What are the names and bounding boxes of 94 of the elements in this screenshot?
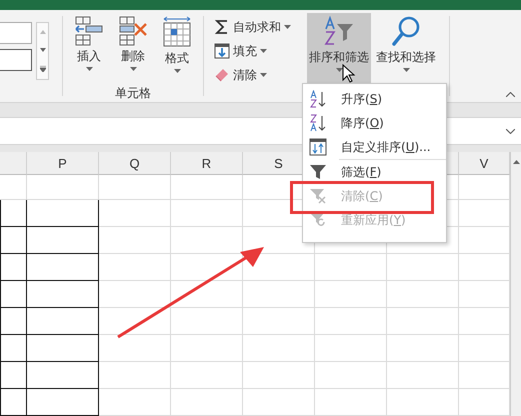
caret-icon <box>260 73 267 77</box>
grid-cell <box>99 254 171 281</box>
grid-cell <box>387 362 459 389</box>
caret-icon <box>130 67 136 71</box>
ribbon-button[interactable]: 排序和筛选 <box>307 13 371 83</box>
grid-cell <box>27 389 99 416</box>
grid-cell <box>27 362 99 389</box>
expand-icon[interactable] <box>506 128 515 134</box>
grid-cell <box>171 308 243 335</box>
grid-cell <box>27 175 99 200</box>
caret-icon <box>336 68 342 72</box>
down-arrow-icon <box>40 48 46 52</box>
grid-cell <box>0 362 27 389</box>
ribbon-button[interactable]: 格式 <box>159 14 195 84</box>
column-header: R <box>171 152 243 175</box>
grid-cell <box>387 389 459 416</box>
grid-cell <box>171 335 243 362</box>
grid-cell <box>243 281 315 308</box>
sort-filter-icon <box>322 15 356 47</box>
grid-cell <box>243 308 315 335</box>
grid-cell <box>99 175 171 200</box>
fill-down-icon <box>214 43 230 59</box>
clear-filter-icon <box>309 187 327 205</box>
reapply-filter-icon <box>309 211 327 229</box>
grid-cell <box>315 254 387 281</box>
grid-cell <box>0 281 27 308</box>
vertical-scrollbar[interactable] <box>510 152 521 416</box>
grid-cell <box>243 335 315 362</box>
grid-cell <box>0 308 27 335</box>
grid-cell <box>99 281 171 308</box>
ribbon-button[interactable]: 自动求和 <box>210 16 305 38</box>
grid-cell <box>99 335 171 362</box>
grid-cell <box>387 335 459 362</box>
collapse-ribbon-icon[interactable] <box>506 92 515 97</box>
grid-cell <box>27 335 99 362</box>
grid-cell <box>243 362 315 389</box>
column-header: Q <box>99 152 171 175</box>
grid-cell <box>99 389 171 416</box>
gallery-scroll[interactable] <box>36 22 49 80</box>
caret-icon <box>284 25 291 29</box>
grid-cell <box>99 362 171 389</box>
cell-style-swatch[interactable] <box>0 49 32 71</box>
sort-descending-icon <box>309 114 327 132</box>
grid-cell <box>315 335 387 362</box>
up-arrow-icon[interactable] <box>512 160 520 164</box>
grid-cell <box>27 281 99 308</box>
grid-cell <box>0 200 27 227</box>
grid-cell <box>99 308 171 335</box>
ribbon-button[interactable]: 清除 <box>210 64 305 86</box>
grid-cell <box>171 281 243 308</box>
custom-sort-icon <box>309 138 327 156</box>
grid-cell <box>27 227 99 254</box>
ribbon-button[interactable]: 插入 <box>71 14 107 84</box>
grid-cell <box>315 281 387 308</box>
grid-cell <box>27 308 99 335</box>
grid-cell <box>27 254 99 281</box>
caret-icon <box>174 69 180 73</box>
ribbon-button[interactable]: 查找和选择 <box>371 13 441 83</box>
grid-cell <box>99 227 171 254</box>
ribbon-button[interactable]: 填充 <box>210 40 305 62</box>
grid-cell <box>171 254 243 281</box>
grid-cell <box>27 200 99 227</box>
grid-cell <box>243 389 315 416</box>
grid-cell <box>99 200 171 227</box>
grid-cell <box>0 335 27 362</box>
grid-cell <box>171 389 243 416</box>
grid-cell <box>171 362 243 389</box>
sum-icon <box>214 19 230 35</box>
caret-icon <box>260 49 267 53</box>
grid-cell <box>0 227 27 254</box>
grid-cell <box>315 308 387 335</box>
filter-icon <box>309 163 327 181</box>
grid-cell <box>315 362 387 389</box>
grid-cell <box>0 254 27 281</box>
grid-cell <box>387 308 459 335</box>
column-header: P <box>27 152 99 175</box>
ribbon-button[interactable]: 删除 <box>115 14 151 84</box>
cell-style-swatch[interactable] <box>0 22 32 44</box>
column-header: V <box>459 152 510 175</box>
sort-ascending-icon <box>309 90 327 108</box>
grid-cell <box>315 389 387 416</box>
more-arrow-icon <box>40 66 46 72</box>
grid-cell <box>0 389 27 416</box>
caret-icon <box>402 68 410 72</box>
eraser-icon <box>214 67 230 83</box>
menu-item[interactable]: 降序(O) <box>303 111 446 135</box>
up-arrow-icon <box>40 30 46 34</box>
menu-item[interactable]: 升序(S) <box>303 87 446 111</box>
grid-cell <box>171 227 243 254</box>
grid-cell <box>0 175 27 200</box>
grid-cell <box>387 254 459 281</box>
caret-icon <box>86 67 92 71</box>
group-label: 单元格 <box>115 85 151 102</box>
grid-cell <box>387 281 459 308</box>
